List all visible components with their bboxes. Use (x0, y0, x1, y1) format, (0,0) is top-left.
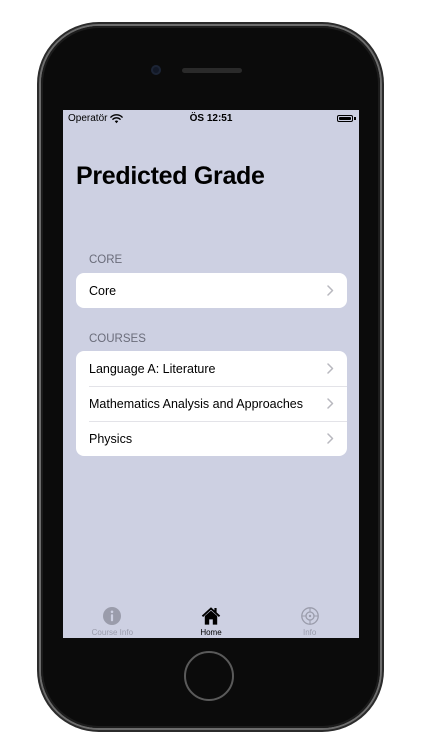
list-item-mathematics-analysis[interactable]: Mathematics Analysis and Approaches (76, 386, 347, 421)
battery-level (339, 117, 351, 120)
list-item-core[interactable]: Core (76, 273, 347, 308)
page-title: Predicted Grade (76, 162, 265, 190)
chevron-right-icon (327, 285, 334, 296)
core-list: Core (76, 273, 347, 308)
home-button[interactable] (184, 651, 234, 701)
courses-list: Language A: Literature Mathematics Analy… (76, 351, 347, 456)
gear-icon (300, 607, 319, 625)
status-bar: Operatör ÖS 12:51 (63, 110, 359, 128)
status-time: ÖS 12:51 (189, 113, 233, 124)
list-item-label: Mathematics Analysis and Approaches (89, 396, 304, 411)
tab-info[interactable]: Info (260, 602, 359, 638)
chevron-right-icon (327, 433, 334, 444)
front-camera (151, 65, 161, 75)
battery-icon (337, 115, 353, 122)
list-item-label: Physics (89, 431, 133, 446)
chevron-right-icon (327, 363, 334, 374)
battery-cap (354, 117, 356, 120)
tab-label: Course Info (91, 628, 134, 637)
list-item-language-a-literature[interactable]: Language A: Literature (76, 351, 347, 386)
phone-frame: Operatör ÖS 12:51 Predicted Grade CORE C… (41, 26, 380, 728)
tab-course-info[interactable]: Course Info (63, 602, 162, 638)
tab-bar: Course Info Home Info (63, 602, 359, 638)
tab-label: Info (303, 628, 317, 637)
house-icon (201, 607, 221, 625)
list-item-physics[interactable]: Physics (76, 421, 347, 456)
device-canvas: Operatör ÖS 12:51 Predicted Grade CORE C… (0, 0, 422, 750)
list-item-label: Language A: Literature (89, 361, 216, 376)
info-icon (103, 607, 122, 625)
chevron-right-icon (327, 398, 334, 409)
app-screen: Operatör ÖS 12:51 Predicted Grade CORE C… (63, 110, 359, 638)
list-item-label: Core (89, 283, 117, 298)
tab-home[interactable]: Home (162, 602, 261, 638)
earpiece-speaker (182, 68, 242, 73)
tab-label: Home (200, 628, 222, 637)
section-header-core: CORE (89, 254, 123, 266)
section-header-courses: COURSES (89, 333, 146, 345)
